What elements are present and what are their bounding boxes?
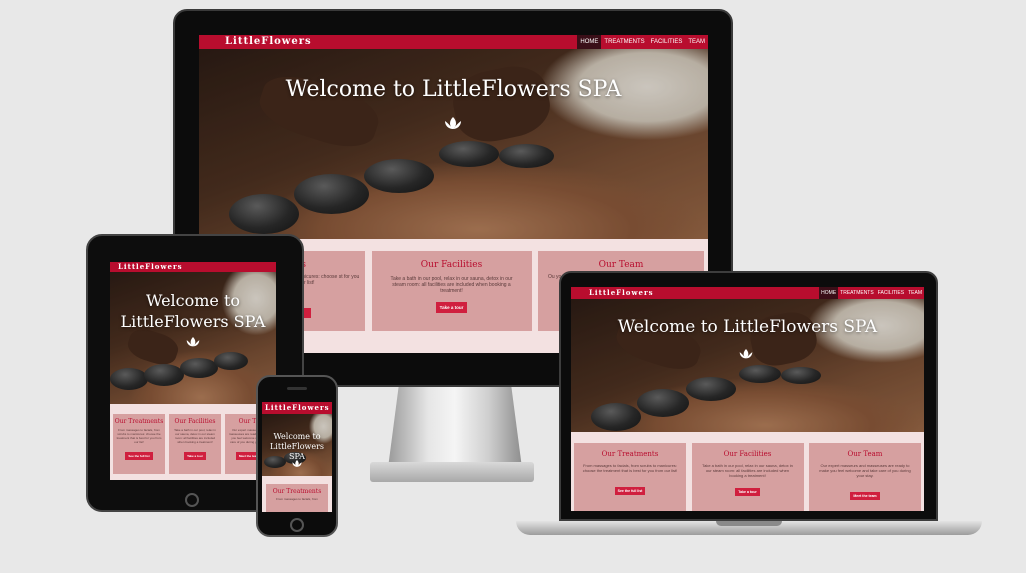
navbar: LittleFlowers HOME TREATMENTS FACILITIES…	[571, 287, 924, 299]
card-button[interactable]: See the full list	[614, 487, 646, 495]
hot-stone	[637, 389, 689, 417]
lotus-icon	[739, 349, 753, 359]
nav-home[interactable]: HOME	[819, 287, 839, 299]
card-facilities: Our Facilities Take a bath in our pool, …	[169, 414, 221, 474]
card-title: Our Treatments	[114, 418, 164, 425]
nav-treatments[interactable]: TREATMENTS	[838, 287, 876, 299]
hero-title: Welcome to LittleFlowers SPA	[285, 77, 622, 102]
card-button[interactable]: Meet the team	[850, 492, 880, 500]
hot-stone	[180, 358, 218, 378]
hot-stone	[364, 159, 434, 193]
hero-image: Welcome to LittleFlowers SPA	[262, 414, 332, 476]
hero-image: Welcome to LittleFlowers SPA	[110, 272, 276, 404]
hot-stone	[739, 365, 781, 383]
card-text: From massages to facials, from	[276, 497, 318, 501]
site-logo[interactable]: LittleFlowers	[225, 36, 312, 47]
hero-title: Welcome to LittleFlowers SPA	[269, 432, 325, 461]
laptop-site: LittleFlowers HOME TREATMENTS FACILITIES…	[571, 287, 924, 511]
hot-stone	[439, 141, 499, 167]
card-text: From massages to facials, from scrubs to…	[116, 428, 162, 444]
lotus-icon	[186, 337, 200, 347]
card-button[interactable]: Take a tour	[735, 488, 760, 496]
card-text: Take a bath in our pool, relax in our sa…	[390, 276, 513, 294]
tablet-site: LittleFlowers Welcome to LittleFlowers S…	[110, 262, 276, 480]
card-title: Our Facilities	[420, 260, 483, 270]
lotus-icon	[292, 460, 302, 467]
card-text: Take a bath in our pool, relax in our sa…	[174, 428, 216, 444]
card-button[interactable]: Take a tour	[435, 302, 468, 313]
card-treatments: Our Treatments From massages to facials,…	[574, 443, 686, 511]
hot-stone	[591, 403, 641, 431]
laptop-notch	[716, 521, 782, 526]
lotus-icon	[445, 117, 461, 129]
monitor-stand	[388, 386, 522, 468]
phone-home-button	[290, 518, 304, 532]
tablet-home-button	[185, 493, 199, 507]
hero-title: Welcome to LittleFlowers SPA	[120, 291, 266, 331]
card-treatments: Our Treatments From massages to facials,…	[113, 414, 165, 474]
hot-stone	[294, 174, 369, 214]
card-facilities: Our Facilities Take a bath in our pool, …	[691, 443, 804, 511]
card-text: Take a bath in our pool, relax in our sa…	[702, 463, 793, 478]
card-title: Our Team	[847, 450, 883, 458]
card-button[interactable]: See the full list	[125, 452, 153, 460]
hero-title: Welcome to LittleFlowers SPA	[617, 317, 878, 337]
site-logo[interactable]: LittleFlowers	[118, 262, 183, 271]
nav-links: HOME TREATMENTS FACILITIES TEAM	[819, 287, 924, 299]
hero-image: Welcome to LittleFlowers SPA	[571, 299, 924, 432]
nav-facilities[interactable]: FACILITIES	[648, 35, 686, 49]
card-title: Our Team	[598, 260, 644, 270]
nav-team[interactable]: TEAM	[906, 287, 924, 299]
card-text: From massages to facials, from scrubs to…	[582, 463, 678, 473]
nav-facilities[interactable]: FACILITIES	[876, 287, 906, 299]
card-title: Our Treatments	[601, 450, 659, 458]
site-logo[interactable]: LittleFlowers	[265, 403, 330, 412]
card-title: Our Facilities	[723, 450, 772, 458]
card-title: Our Facilities	[174, 418, 216, 425]
hand-right	[447, 59, 556, 149]
nav-treatments[interactable]: TREATMENTS	[601, 35, 647, 49]
phone-speaker	[287, 387, 307, 390]
feature-cards: Our Treatments From massages to facials,…	[110, 414, 276, 474]
hero-image: Welcome to LittleFlowers SPA	[199, 49, 708, 239]
hot-stone	[110, 368, 148, 390]
nav-team[interactable]: TEAM	[685, 35, 708, 49]
hot-stone	[686, 377, 736, 401]
navbar: LittleFlowers HOME TREATMENTS FACILITIES…	[199, 35, 708, 49]
card-treatments: Our Treatments From massages to facials,…	[266, 484, 328, 512]
hot-stone	[214, 352, 248, 370]
navbar: LittleFlowers	[110, 262, 276, 272]
nav-home[interactable]: HOME	[577, 35, 602, 49]
card-text: Our expert masseurs and masseuses are re…	[819, 463, 911, 478]
navbar: LittleFlowers	[262, 402, 332, 414]
hot-stone	[229, 194, 299, 234]
card-button[interactable]: Take a tour	[184, 452, 206, 460]
site-logo[interactable]: LittleFlowers	[589, 288, 654, 297]
feature-cards: Our Treatments From massages to facials,…	[571, 443, 924, 511]
monitor-base	[370, 462, 534, 482]
card-title: Our Treatments	[272, 488, 322, 495]
hot-stone	[781, 367, 821, 384]
hot-stone	[144, 364, 184, 386]
card-team: Our Team Our expert masseurs and masseus…	[809, 443, 921, 511]
phone-site: LittleFlowers Welcome to LittleFlowers S…	[262, 402, 332, 512]
nav-links: HOME TREATMENTS FACILITIES TEAM	[577, 35, 708, 49]
hot-stone	[499, 144, 554, 168]
card-facilities: Our Facilities Take a bath in our pool, …	[371, 251, 532, 331]
